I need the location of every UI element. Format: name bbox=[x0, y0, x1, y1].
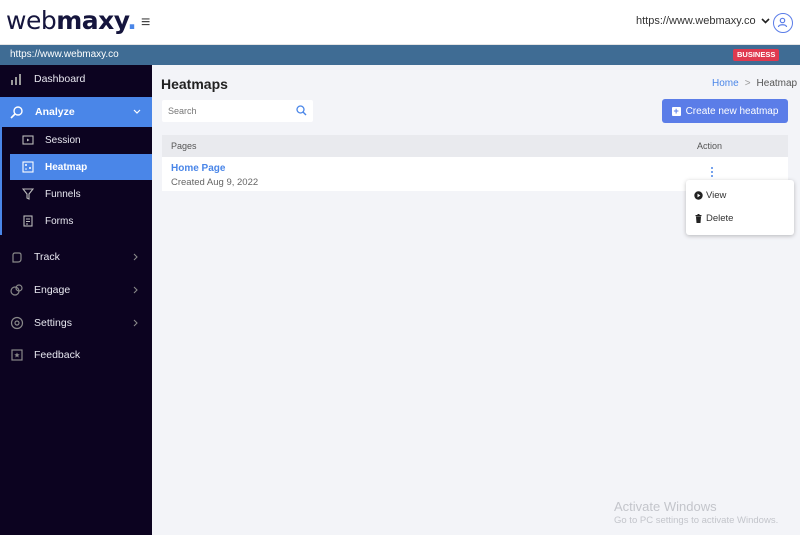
sidebar-item-engage[interactable]: Engage bbox=[0, 276, 152, 304]
form-icon bbox=[23, 215, 33, 227]
main-content: Heatmaps Home > Heatmap + Create new hea… bbox=[152, 65, 800, 535]
sidebar-item-feedback[interactable]: Feedback bbox=[0, 341, 152, 369]
session-icon bbox=[22, 135, 34, 145]
breadcrumb-separator: > bbox=[744, 78, 751, 89]
breadcrumb-current: Heatmap bbox=[756, 78, 798, 89]
sidebar-subitem-session[interactable]: Session bbox=[10, 127, 152, 153]
search-box bbox=[162, 100, 313, 122]
track-icon bbox=[10, 250, 24, 264]
sidebar-subitem-forms[interactable]: Forms bbox=[10, 208, 152, 234]
trash-icon bbox=[695, 213, 702, 223]
submenu-rail bbox=[0, 127, 2, 235]
site-bar: https://www.webmaxy.co BUSINESS bbox=[0, 45, 800, 65]
page-name-link[interactable]: Home Page bbox=[171, 163, 225, 174]
analyze-icon bbox=[10, 105, 24, 119]
heatmap-icon bbox=[22, 161, 34, 173]
sidebar-item-track[interactable]: Track bbox=[0, 243, 152, 271]
sidebar-subitem-heatmap[interactable]: Heatmap bbox=[10, 154, 152, 180]
page-title: Heatmaps bbox=[161, 76, 228, 92]
activate-windows-subtitle: Go to PC settings to activate Windows. bbox=[614, 515, 779, 526]
activate-windows-title: Activate Windows bbox=[614, 499, 717, 514]
chevron-right-icon bbox=[133, 286, 138, 294]
funnel-icon bbox=[22, 188, 34, 200]
column-header-action: Action bbox=[697, 141, 723, 151]
sidebar-subitem-funnels[interactable]: Funnels bbox=[10, 181, 152, 207]
chevron-right-icon bbox=[133, 253, 138, 261]
bar-chart-icon bbox=[10, 72, 24, 86]
sidebar-item-analyze[interactable]: Analyze bbox=[0, 97, 152, 127]
column-header-pages: Pages bbox=[171, 141, 197, 151]
table-header: Pages Action bbox=[162, 135, 788, 157]
create-heatmap-button[interactable]: + Create new heatmap bbox=[662, 99, 788, 123]
sidebar-item-settings[interactable]: Settings bbox=[0, 309, 152, 337]
site-url: https://www.webmaxy.co bbox=[10, 49, 119, 60]
more-options-icon[interactable] bbox=[708, 167, 716, 181]
user-avatar-icon[interactable] bbox=[773, 13, 793, 33]
sidebar-item-dashboard[interactable]: Dashboard bbox=[0, 65, 152, 93]
created-date: Created Aug 9, 2022 bbox=[171, 177, 259, 188]
search-input[interactable] bbox=[168, 104, 288, 118]
analyze-submenu: Session Heatmap Funnels Forms bbox=[0, 127, 152, 235]
chevron-right-icon bbox=[133, 319, 138, 327]
plus-icon: + bbox=[671, 105, 681, 116]
site-selector-value: https://www.webmaxy.co bbox=[636, 15, 756, 27]
row-action-menu: View Delete bbox=[686, 180, 794, 235]
chevron-down-icon bbox=[133, 109, 141, 114]
breadcrumb: Home > Heatmap bbox=[712, 78, 797, 89]
feedback-icon bbox=[10, 348, 24, 362]
plan-badge: BUSINESS bbox=[733, 49, 780, 61]
hamburger-menu-icon[interactable]: ≡ bbox=[141, 14, 150, 32]
site-selector[interactable]: https://www.webmaxy.co bbox=[636, 15, 770, 27]
webmaxy-logo[interactable]: webmaxy. bbox=[6, 6, 137, 35]
chevron-down-icon bbox=[761, 18, 770, 24]
engage-icon bbox=[10, 283, 24, 297]
create-heatmap-label: Create new heatmap bbox=[685, 105, 779, 117]
play-circle-icon bbox=[694, 190, 703, 200]
settings-icon bbox=[10, 316, 24, 330]
menu-item-view[interactable]: View bbox=[686, 184, 794, 206]
search-icon[interactable] bbox=[296, 105, 307, 116]
breadcrumb-home-link[interactable]: Home bbox=[712, 78, 739, 89]
top-header: webmaxy. ≡ https://www.webmaxy.co bbox=[0, 0, 800, 45]
sidebar: Dashboard Analyze Session Heatmap Funnel… bbox=[0, 65, 152, 535]
menu-item-delete[interactable]: Delete bbox=[686, 207, 794, 229]
